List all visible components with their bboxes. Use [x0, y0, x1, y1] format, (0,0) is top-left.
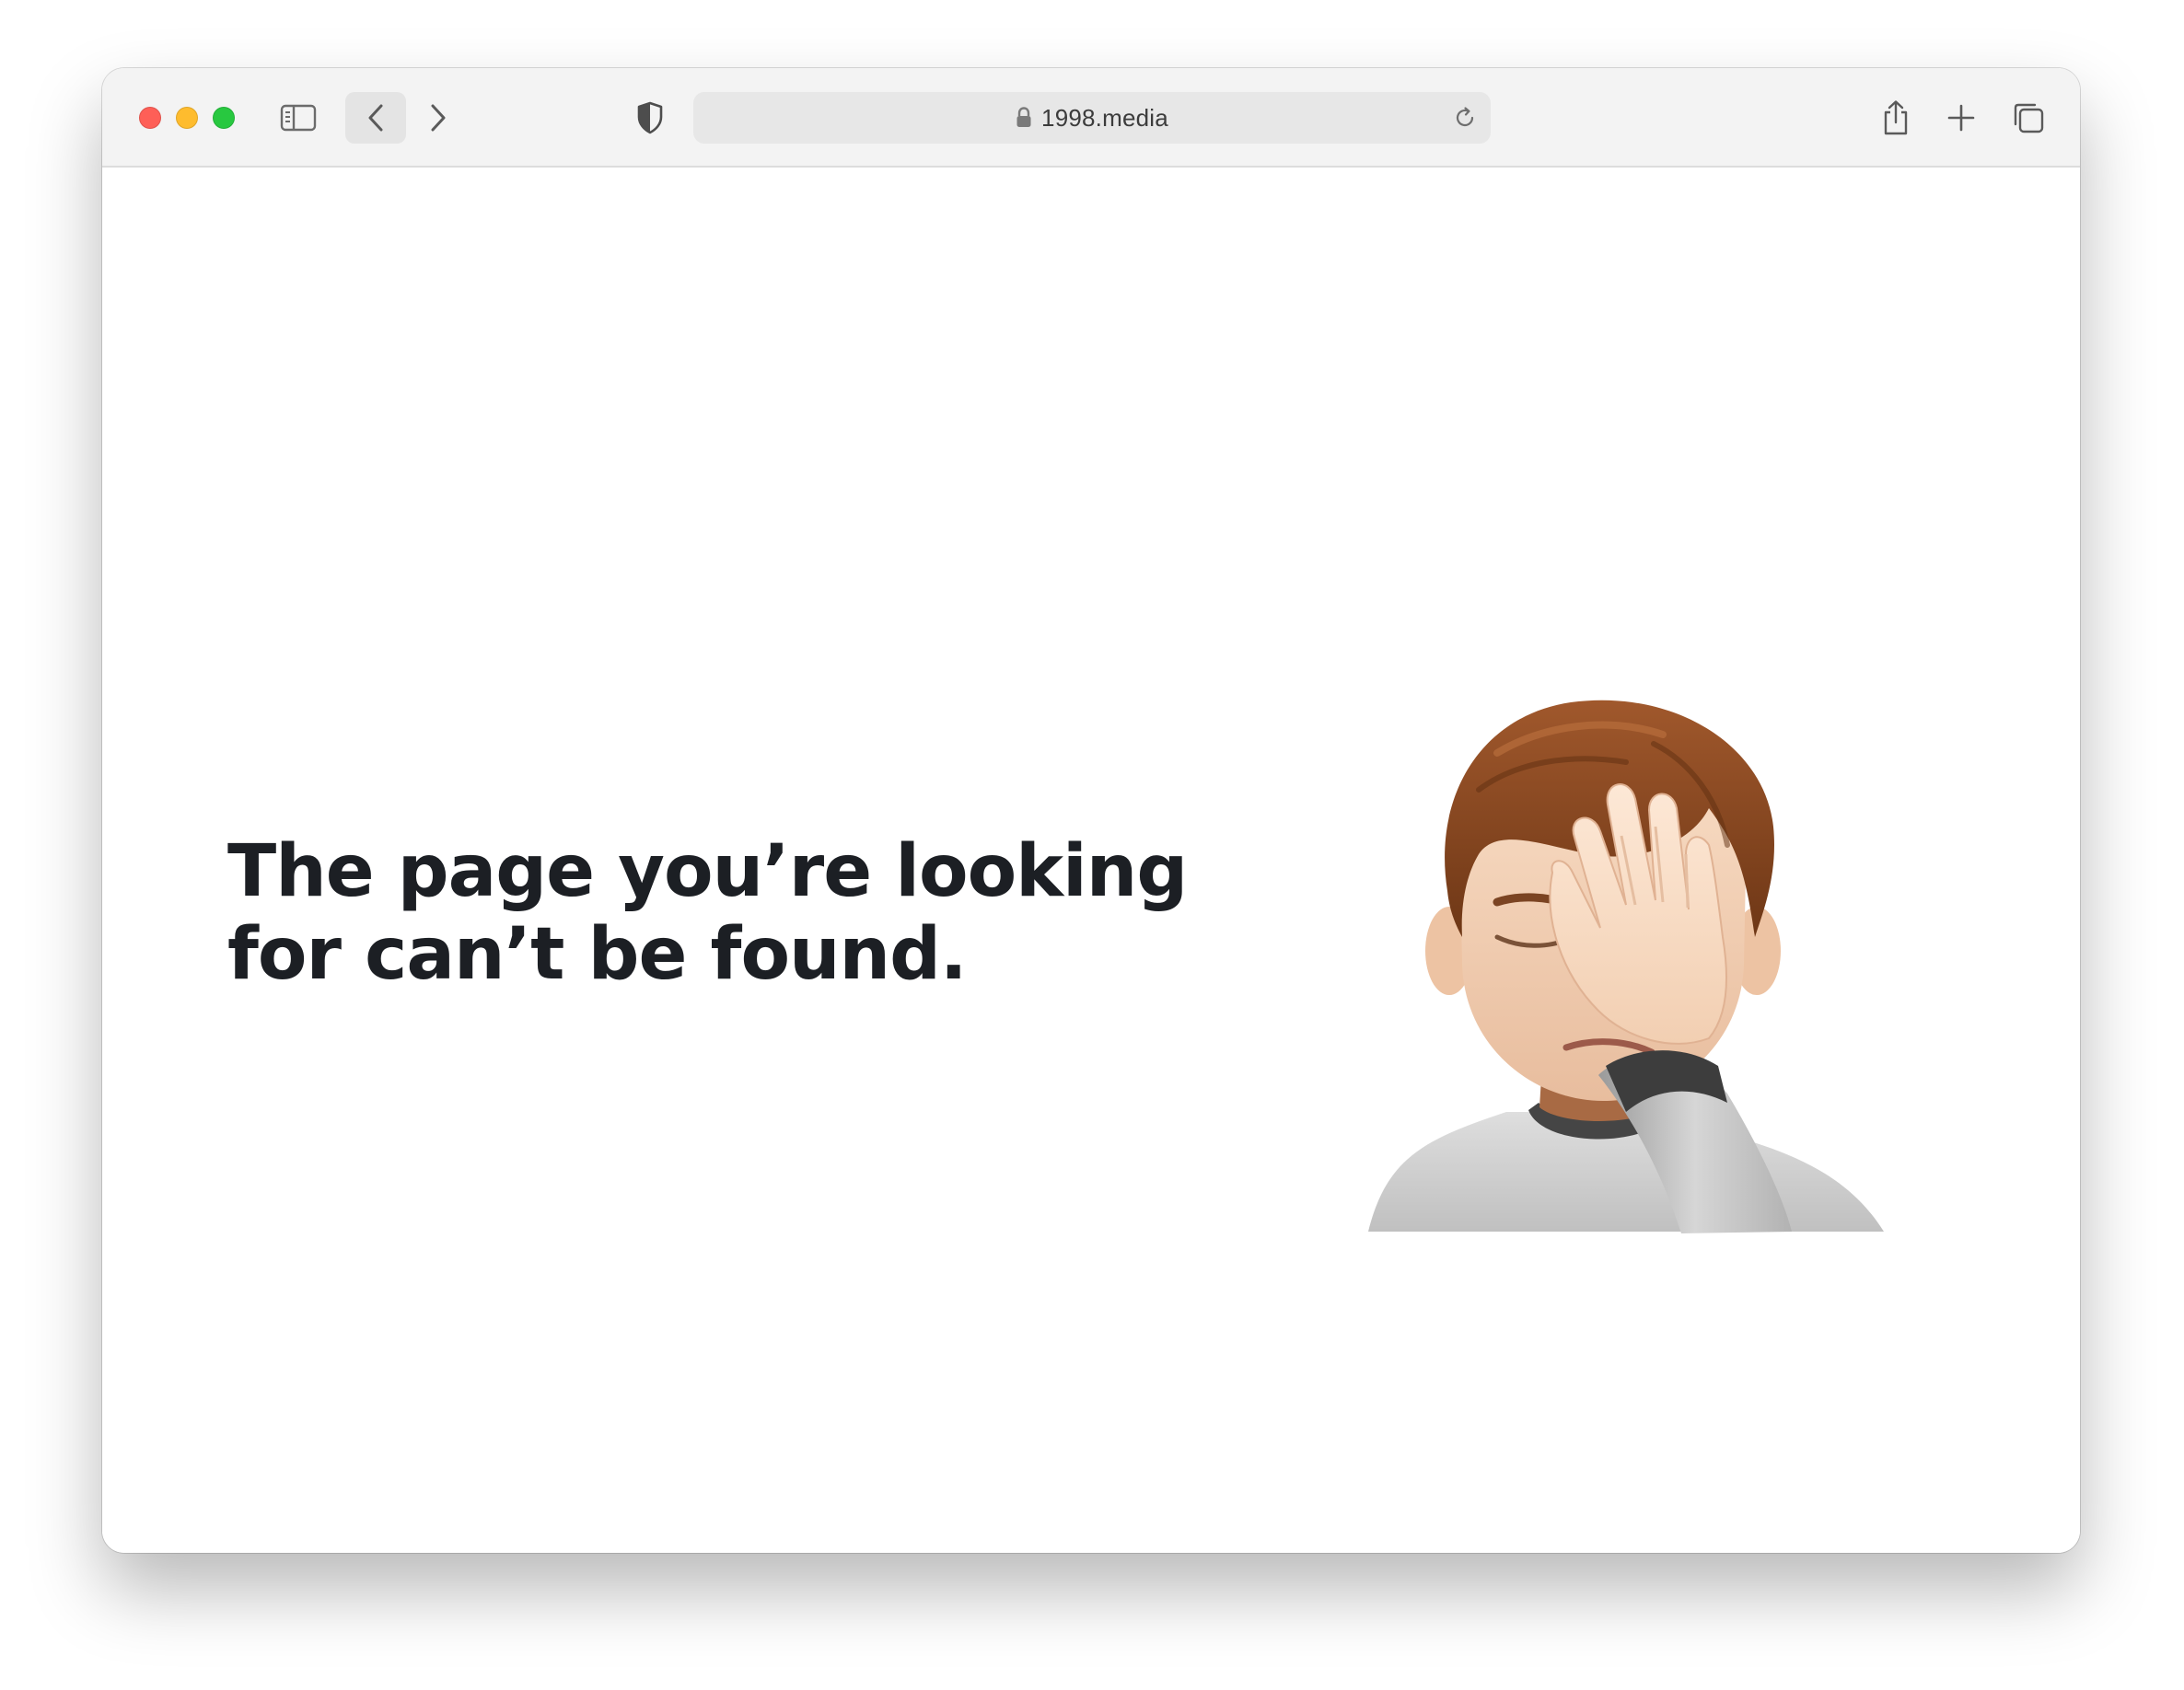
tabs-overview-icon — [2012, 101, 2045, 134]
headline-line-2: for can’t be found. — [227, 913, 968, 996]
reload-icon[interactable] — [1450, 103, 1480, 133]
headline-line-1: The page you’re looking — [227, 830, 1188, 913]
url-text: 1998.media — [1041, 103, 1168, 132]
plus-icon — [1946, 103, 1976, 133]
facepalm-memoji-illustration — [1368, 700, 1884, 1233]
screenshot-stage: 1998.media The page you’re looking for c… — [0, 0, 2184, 1690]
new-tab-button[interactable] — [1931, 92, 1992, 144]
browser-window: 1998.media The page you’re looking for c… — [102, 68, 2080, 1553]
shield-icon — [636, 101, 664, 134]
page-content: The page you’re looking for can’t be fou… — [102, 168, 2080, 1553]
lock-icon — [1016, 107, 1032, 129]
back-button[interactable] — [345, 92, 406, 144]
error-headline: The page you’re looking for can’t be fou… — [227, 830, 1240, 996]
close-window-button[interactable] — [139, 107, 161, 129]
forward-button[interactable] — [408, 92, 469, 144]
zoom-window-button[interactable] — [213, 107, 235, 129]
chevron-left-icon — [365, 102, 387, 133]
address-bar[interactable]: 1998.media — [693, 92, 1491, 144]
share-button[interactable] — [1865, 92, 1926, 144]
minimize-window-button[interactable] — [176, 107, 198, 129]
chevron-right-icon — [427, 102, 449, 133]
address-center: 1998.media — [693, 92, 1491, 144]
sidebar-toggle-button[interactable] — [268, 92, 329, 144]
browser-toolbar: 1998.media — [102, 68, 2080, 168]
share-icon — [1881, 99, 1911, 136]
privacy-report-button[interactable] — [620, 92, 680, 144]
sidebar-icon — [280, 103, 317, 133]
tab-overview-button[interactable] — [1998, 92, 2059, 144]
